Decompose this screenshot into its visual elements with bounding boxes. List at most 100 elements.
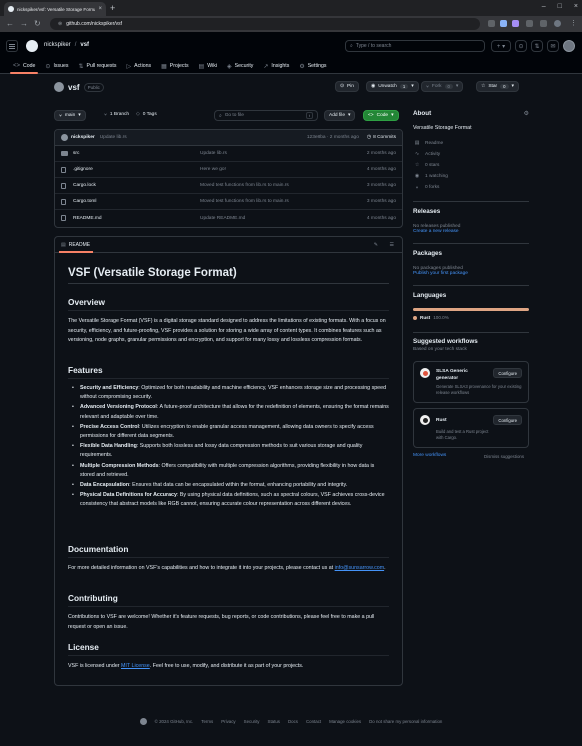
commit-hash-time[interactable]: 123e8ba · 2 months ago (307, 135, 359, 140)
tab-wiki[interactable]: ▤ Wiki (194, 60, 222, 72)
reload-icon[interactable]: ↻ (34, 19, 41, 28)
extension-icon[interactable] (488, 20, 495, 27)
close-window-icon[interactable]: × (574, 3, 578, 10)
file-name[interactable]: .gitignore (73, 167, 93, 172)
footer-link[interactable]: Terms (201, 719, 213, 724)
table-row[interactable]: Cargo.toml Moved test functions from lib… (55, 194, 402, 210)
file-commit-message[interactable]: Moved test functions from lib.rs to main… (200, 183, 289, 188)
dismiss-suggestions-link[interactable]: Dismiss suggestions (484, 454, 524, 459)
tab-insights[interactable]: ↗ Insights (258, 60, 294, 72)
file-commit-message[interactable]: Here we go! (200, 167, 226, 172)
footer-link[interactable]: Do not share my personal information (369, 719, 442, 724)
chevron-down-icon[interactable]: ▾ (512, 84, 514, 89)
license-link[interactable]: MIT License (121, 663, 150, 669)
file-commit-message[interactable]: Update lib.rs (200, 151, 227, 156)
sidebar-icon[interactable] (540, 20, 547, 27)
edit-icon[interactable]: ✎ (374, 242, 378, 248)
repo-name[interactable]: vsf (68, 83, 80, 92)
new-tab-icon[interactable]: + (110, 3, 115, 13)
create-release-link[interactable]: Create a new release (413, 229, 529, 234)
tab-actions[interactable]: ▷ Actions (121, 60, 156, 72)
create-new-button[interactable]: + ▾ (491, 40, 511, 52)
site-info-icon[interactable]: ⊜ (58, 21, 62, 27)
commits-link[interactable]: ◷ 8 Commits (367, 135, 396, 140)
table-row[interactable]: README.md Update README.md 4 months ago (55, 210, 402, 226)
pull-requests-icon[interactable]: ⇅ (531, 40, 543, 52)
feature-name: Data Encapsulation (80, 482, 130, 489)
footer-link[interactable]: Status (268, 719, 280, 724)
downloads-icon[interactable] (526, 20, 533, 27)
github-logo-icon[interactable] (26, 40, 38, 52)
footer-link[interactable]: Manage cookies (329, 719, 361, 724)
close-tab-icon[interactable]: × (98, 6, 102, 12)
commit-message[interactable]: Update lib.rs (100, 135, 127, 140)
code-button[interactable]: <> Code ▾ (363, 110, 399, 121)
file-commit-message[interactable]: Moved test functions from lib.rs to main… (200, 199, 289, 204)
tab-projects[interactable]: ▦ Projects (156, 60, 193, 72)
address-bar[interactable]: ⊜ github.com/nickspiker/vsf (50, 18, 480, 30)
publish-package-link[interactable]: Publish your first package (413, 271, 529, 276)
file-name[interactable]: src (73, 151, 79, 156)
footer-link[interactable]: Docs (288, 719, 298, 724)
outline-icon[interactable]: ☰ (390, 242, 394, 248)
menu-icon[interactable]: ⋮ (570, 19, 577, 27)
browser-tab[interactable]: nickspiker/vsf: Versatile Storage Format… (4, 2, 106, 16)
extension-icon[interactable] (500, 20, 507, 27)
footer-link[interactable]: Privacy (221, 719, 235, 724)
file-commit-message[interactable]: Update README.md (200, 216, 245, 221)
chevron-down-icon[interactable]: ▾ (411, 84, 413, 89)
activity-link[interactable]: ∿ Activity (413, 149, 529, 160)
github-logo-icon[interactable] (139, 718, 147, 725)
stars-link[interactable]: ☆ 0 stars (413, 160, 529, 171)
go-to-file-input[interactable]: ⌕ Go to file t (214, 110, 318, 121)
profile-icon[interactable] (554, 20, 561, 27)
extension-icon[interactable] (512, 20, 519, 27)
back-icon[interactable]: ← (6, 19, 14, 28)
commit-author[interactable]: nickspiker (71, 135, 95, 140)
readme-tab[interactable]: ▤ README ✎ ☰ (55, 237, 402, 253)
watching-link[interactable]: ◉ 1 watching (413, 171, 529, 182)
file-name[interactable]: Cargo.lock (73, 183, 96, 188)
owner-link[interactable]: nickspiker (44, 42, 71, 48)
forks-link[interactable]: ⑂ 0 forks (413, 182, 529, 193)
email-link[interactable]: info@sunsarrow.com (335, 565, 385, 571)
tags-link[interactable]: ◇ 0 Tags (136, 112, 157, 117)
repo-link[interactable]: vsf (80, 42, 89, 48)
tab-settings[interactable]: ⚙ Settings (294, 60, 331, 72)
maximize-icon[interactable]: □ (558, 3, 562, 10)
footer-link[interactable]: Security (244, 719, 260, 724)
unwatch-button[interactable]: ◉ Unwatch 1 ▾ (366, 81, 419, 92)
minimize-icon[interactable]: – (542, 3, 546, 10)
table-row[interactable]: src Update lib.rs 2 months ago (55, 146, 402, 162)
gear-icon[interactable]: ⚙ (524, 110, 529, 117)
forward-icon[interactable]: → (20, 19, 28, 28)
star-button[interactable]: ☆ Star 0 ▾ (476, 81, 519, 92)
releases-heading[interactable]: Releases (413, 208, 529, 215)
packages-heading[interactable]: Packages (413, 250, 529, 257)
tab-pull-requests[interactable]: ⇅ Pull requests (73, 60, 121, 72)
tab-issues[interactable]: ⊙ Issues (40, 60, 73, 72)
avatar[interactable] (563, 40, 575, 52)
configure-button[interactable]: Configure (493, 415, 522, 425)
hamburger-menu-button[interactable] (6, 40, 18, 52)
file-name[interactable]: Cargo.toml (73, 199, 96, 204)
branch-select[interactable]: ⑂ main ▾ (54, 110, 86, 121)
language-item[interactable]: Rust 100.0% (413, 315, 529, 320)
branches-link[interactable]: ⑂ 1 Branch (104, 112, 129, 118)
chevron-down-icon[interactable]: ▾ (456, 84, 458, 89)
add-file-button[interactable]: Add file ▾ (324, 110, 356, 121)
tab-code[interactable]: <> Code (8, 60, 40, 74)
issues-icon[interactable]: ⊙ (515, 40, 527, 52)
inbox-icon[interactable]: ✉ (547, 40, 559, 52)
table-row[interactable]: Cargo.lock Moved test functions from lib… (55, 178, 402, 194)
pin-button[interactable]: ⊙ Pin (335, 81, 359, 92)
configure-button[interactable]: Configure (493, 368, 522, 378)
file-name[interactable]: README.md (73, 216, 102, 221)
footer-link[interactable]: Contact (306, 719, 321, 724)
more-workflows-link[interactable]: More workflows (413, 453, 446, 458)
fork-button[interactable]: ⑂ Fork 0 ▾ (421, 81, 464, 92)
tab-security[interactable]: ◈ Security (222, 60, 258, 72)
table-row[interactable]: .gitignore Here we go! 4 months ago (55, 162, 402, 178)
search-input[interactable]: ⌕ Type / to search (345, 40, 485, 52)
readme-link[interactable]: ▤ Readme (413, 138, 529, 149)
